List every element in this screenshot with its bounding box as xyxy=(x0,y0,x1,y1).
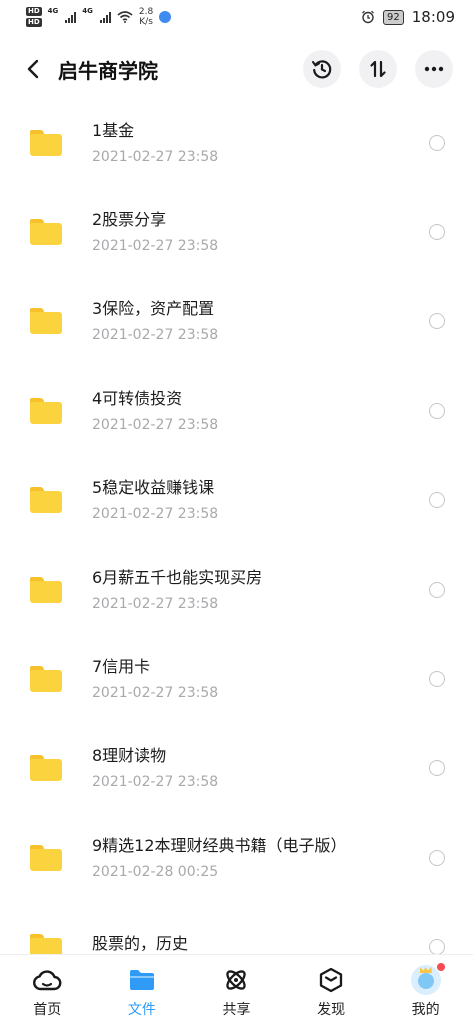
discover-icon xyxy=(319,967,343,993)
select-radio[interactable] xyxy=(429,402,445,419)
folder-icon xyxy=(30,129,62,156)
folder-icon xyxy=(30,219,62,246)
select-radio[interactable] xyxy=(429,313,445,330)
folder-icon xyxy=(30,844,62,871)
history-button[interactable] xyxy=(303,50,341,88)
select-radio[interactable] xyxy=(429,492,445,509)
app-notification-icon xyxy=(159,11,172,23)
page-title: 启牛商学院 xyxy=(58,58,158,83)
network-type-1: 4G xyxy=(47,7,59,15)
list-item[interactable]: 2股票分享 2021-02-27 23:58 xyxy=(0,187,473,276)
wifi-icon xyxy=(117,11,133,23)
file-date: 2021-02-27 23:58 xyxy=(92,774,219,791)
back-button[interactable] xyxy=(20,56,46,82)
file-date: 2021-02-27 23:58 xyxy=(92,685,219,702)
battery-level: 92 xyxy=(383,9,404,25)
file-name: 4可转债投资 xyxy=(92,388,183,408)
tab-label: 发现 xyxy=(317,1002,346,1018)
avatar-icon xyxy=(410,963,445,995)
file-name: 3保险，资产配置 xyxy=(92,299,215,319)
cloud-icon xyxy=(33,970,62,991)
network-speed: 2.8 K/s xyxy=(138,7,154,27)
list-item[interactable]: 7信用卡 2021-02-27 23:58 xyxy=(0,634,473,723)
file-name: 2股票分享 xyxy=(92,210,167,230)
history-icon xyxy=(312,60,332,79)
file-date: 2021-02-27 23:58 xyxy=(92,595,219,612)
tab-discover[interactable]: 发现 xyxy=(284,955,379,1024)
tab-files[interactable]: 文件 xyxy=(95,955,190,1024)
folder-icon xyxy=(129,970,154,990)
list-item[interactable]: 8理财读物 2021-02-27 23:58 xyxy=(0,724,473,813)
list-item[interactable]: 1基金 2021-02-27 23:58 xyxy=(0,98,473,187)
bottom-tab-bar: 首页 文件 共享 发现 我的 xyxy=(0,954,473,1024)
notification-dot xyxy=(436,963,445,971)
file-name: 股票的，历史 xyxy=(92,934,189,954)
status-right: 92 18:09 xyxy=(361,8,455,26)
folder-icon xyxy=(30,308,62,335)
file-date: 2021-02-27 23:58 xyxy=(92,506,219,523)
file-date: 2021-02-27 23:58 xyxy=(92,238,219,255)
select-radio[interactable] xyxy=(429,134,445,151)
list-item[interactable]: 股票的，历史 xyxy=(0,903,473,954)
list-item[interactable]: 4可转债投资 2021-02-27 23:58 xyxy=(0,366,473,455)
select-radio[interactable] xyxy=(429,671,445,688)
header: 启牛商学院 xyxy=(0,44,473,94)
list-item[interactable]: 9精选12本理财经典书籍（电子版） 2021-02-28 00:25 xyxy=(0,813,473,902)
tab-label: 文件 xyxy=(127,1002,156,1018)
list-item[interactable]: 5稳定收益赚钱课 2021-02-27 23:58 xyxy=(0,456,473,545)
status-left: HD HD 4G 4G 2.8 K/s xyxy=(26,7,172,27)
folder-icon xyxy=(30,487,62,514)
more-icon xyxy=(424,66,444,72)
list-item[interactable]: 6月薪五千也能实现买房 2021-02-27 23:58 xyxy=(0,545,473,634)
tab-share[interactable]: 共享 xyxy=(189,955,284,1024)
select-radio[interactable] xyxy=(429,224,445,241)
sort-button[interactable] xyxy=(359,50,397,88)
signal-icon-2 xyxy=(99,11,111,23)
folder-icon xyxy=(30,666,62,693)
file-name: 8理财读物 xyxy=(92,746,167,766)
file-date: 2021-02-27 23:58 xyxy=(92,327,219,344)
signal-icon xyxy=(65,11,77,23)
file-name: 9精选12本理财经典书籍（电子版） xyxy=(92,835,347,855)
file-date: 2021-02-27 23:58 xyxy=(92,148,219,165)
share-icon xyxy=(226,970,247,990)
select-radio[interactable] xyxy=(429,581,445,598)
folder-icon xyxy=(30,755,62,782)
tab-label: 我的 xyxy=(411,1002,440,1018)
tab-label: 首页 xyxy=(33,1002,62,1018)
file-name: 5稳定收益赚钱课 xyxy=(92,478,215,498)
file-name: 6月薪五千也能实现买房 xyxy=(92,567,263,587)
folder-icon xyxy=(30,397,62,424)
sort-icon xyxy=(370,60,386,78)
select-radio[interactable] xyxy=(429,760,445,777)
tab-label: 共享 xyxy=(222,1002,251,1018)
back-icon xyxy=(27,59,39,79)
list-item[interactable]: 3保险，资产配置 2021-02-27 23:58 xyxy=(0,277,473,366)
hd-icon: HD HD xyxy=(26,7,42,27)
network-type-2: 4G xyxy=(82,7,93,15)
folder-icon xyxy=(30,576,62,603)
file-date: 2021-02-27 23:58 xyxy=(92,416,219,433)
select-radio[interactable] xyxy=(429,939,445,954)
status-bar: HD HD 4G 4G 2.8 K/s 92 18:09 xyxy=(0,0,473,34)
clock: 18:09 xyxy=(411,8,455,26)
tab-mine[interactable]: 我的 xyxy=(378,955,473,1024)
select-radio[interactable] xyxy=(429,849,445,866)
folder-icon xyxy=(30,934,62,954)
file-date: 2021-02-28 00:25 xyxy=(92,863,219,880)
tab-home[interactable]: 首页 xyxy=(0,955,95,1024)
file-list: 1基金 2021-02-27 23:58 2股票分享 2021-02-27 23:5… xyxy=(0,98,473,954)
file-name: 1基金 xyxy=(92,120,135,140)
file-name: 7信用卡 xyxy=(92,657,151,677)
alarm-icon xyxy=(362,10,374,24)
more-button[interactable] xyxy=(415,50,453,88)
